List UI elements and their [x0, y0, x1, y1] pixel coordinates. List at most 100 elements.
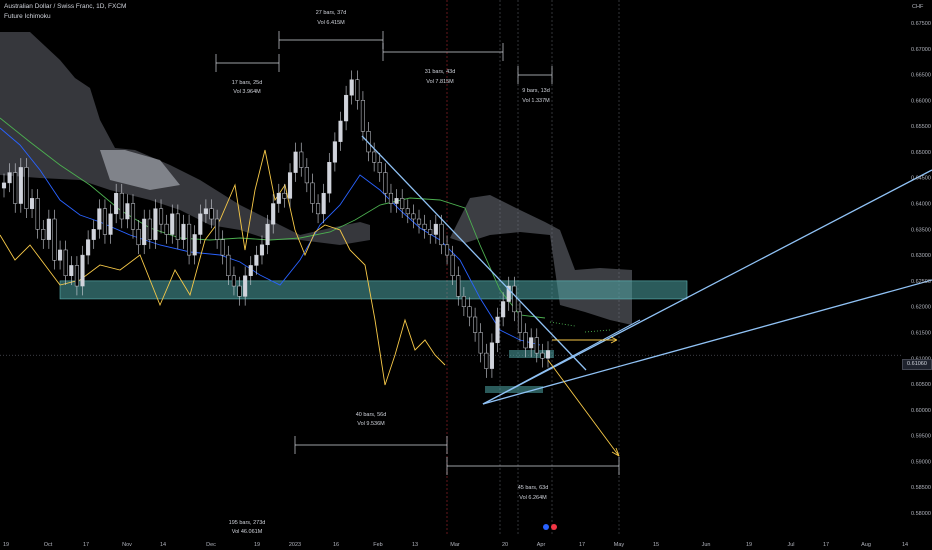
candle-body: [13, 172, 18, 204]
price-tick-label: 0.62000: [911, 305, 931, 311]
candle-body: [501, 301, 506, 318]
candle-body: [243, 275, 248, 297]
measure-volume: Vol 6.264M: [519, 495, 547, 501]
time-tick-label: 2023: [289, 542, 301, 548]
candle-body: [495, 316, 500, 344]
candle-body: [321, 192, 326, 215]
candle-body: [220, 239, 225, 256]
indicator-label[interactable]: Future Ichimoku: [4, 13, 51, 20]
time-tick-label: Jun: [702, 542, 711, 548]
candle-body: [130, 203, 136, 230]
projection-arrow: [547, 359, 620, 457]
price-axis: 0.67500 0.67000 0.66500 0.66000 0.65500 0.650…: [911, 21, 931, 517]
candle-body: [540, 352, 545, 359]
candle-body: [175, 213, 180, 240]
candle-body: [523, 332, 528, 349]
price-tick-label: 0.67500: [911, 21, 931, 27]
event-icon[interactable]: [543, 524, 549, 530]
candle-body: [473, 316, 478, 333]
candle-body: [265, 223, 270, 246]
candle-body: [411, 213, 416, 220]
time-tick-label: 19: [746, 542, 752, 548]
measure-label: 45 bars, 63d: [518, 485, 549, 491]
candle-body: [1, 182, 7, 189]
candle-body: [192, 234, 197, 256]
time-tick-label: Dec: [206, 542, 216, 548]
measure-label: 31 bars, 43d: [425, 69, 456, 75]
candle-body: [461, 296, 466, 307]
measure-label: 40 bars, 56d: [356, 412, 387, 418]
time-tick-label: Aug: [861, 542, 871, 548]
candle-body: [338, 120, 343, 142]
candle-body: [478, 332, 483, 354]
candle-body: [388, 192, 394, 204]
candle-body: [125, 203, 130, 220]
time-tick-label: 17: [83, 542, 89, 548]
candle-body: [7, 172, 12, 184]
candle-body: [80, 254, 85, 287]
candle-body: [187, 223, 192, 256]
time-tick-label: May: [614, 542, 625, 548]
price-tick-label: 0.59000: [911, 459, 931, 465]
time-tick-label: Apr: [537, 542, 546, 548]
candle-body: [215, 218, 220, 240]
time-tick-label: 15: [653, 542, 659, 548]
candle-body: [63, 249, 68, 276]
time-tick-label: Feb: [373, 542, 382, 548]
candle-body: [41, 229, 46, 240]
time-tick-label: Jul: [787, 542, 794, 548]
candle-body: [74, 265, 79, 287]
candle-body: [416, 218, 422, 225]
price-tick-label: 0.67000: [911, 47, 931, 53]
candle-body: [108, 213, 113, 235]
measure-volume: Vol 7.815M: [426, 79, 454, 85]
candle-body: [158, 208, 164, 225]
time-tick-label: 19: [3, 542, 9, 548]
candle-body: [445, 244, 450, 256]
candle-body: [517, 311, 523, 333]
measure-label: 27 bars, 37d: [316, 10, 347, 16]
candle-body: [316, 203, 321, 215]
candle-body: [372, 151, 377, 163]
candle-body: [119, 192, 124, 220]
measure-volume: Vol 46.061M: [232, 529, 263, 535]
kumo-future: [450, 195, 632, 325]
downtrend-line: [361, 135, 587, 371]
candle-body: [282, 192, 287, 199]
candle-body: [344, 94, 349, 122]
price-chart[interactable]: 27 bars, 37d Vol 6.415M 17 bars, 25d Vol 3.…: [0, 0, 932, 550]
candle-body: [456, 275, 461, 297]
candle-body: [310, 182, 315, 204]
price-tick-label: 0.65000: [911, 150, 931, 156]
candle-body: [332, 141, 337, 163]
event-icon[interactable]: [551, 524, 557, 530]
candle-body: [46, 218, 51, 240]
candle-body: [405, 208, 410, 215]
measure-volume: Vol 1.337M: [522, 98, 550, 104]
measure-label: 195 bars, 273d: [229, 520, 266, 526]
currency-label: CHF: [912, 4, 924, 10]
candle-body: [327, 162, 332, 194]
measure-label: 9 bars, 13d: [522, 88, 550, 94]
candle-body: [237, 285, 242, 297]
candle-body: [489, 342, 494, 369]
candle-body: [18, 167, 23, 204]
time-tick-label: 19: [254, 542, 260, 548]
candle-body: [203, 208, 208, 215]
candle-body: [226, 254, 231, 276]
time-tick-label: 17: [579, 542, 585, 548]
candle-body: [433, 223, 438, 235]
candle-body: [293, 151, 298, 173]
price-tick-label: 0.60500: [911, 382, 931, 388]
time-tick-label: Oct: [44, 542, 53, 548]
price-tick-label: 0.64500: [911, 176, 931, 182]
candle-body: [545, 350, 551, 359]
candle-body: [512, 285, 517, 313]
candle-body: [114, 192, 119, 215]
candle-body: [534, 337, 539, 354]
candle-body: [287, 172, 293, 199]
fan-line-inner: [482, 319, 641, 405]
candle-body: [248, 265, 253, 276]
candle-body: [467, 306, 472, 318]
candle-body: [170, 213, 175, 235]
